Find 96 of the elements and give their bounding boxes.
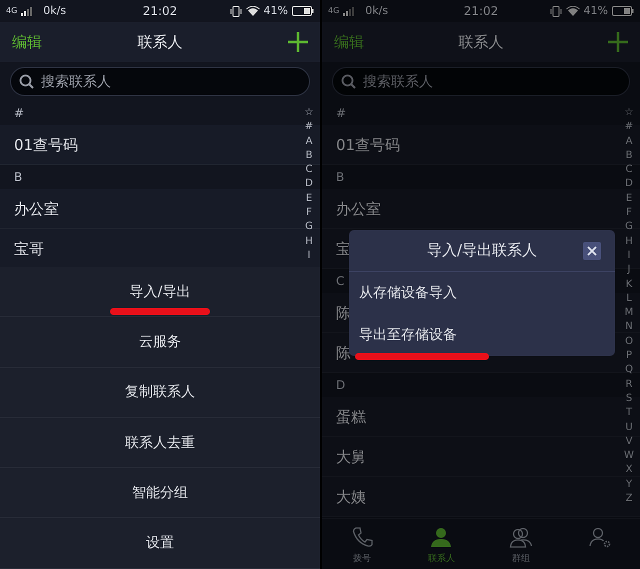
- index-letter[interactable]: U: [620, 420, 638, 435]
- index-letter[interactable]: ☆: [300, 106, 318, 120]
- section-header: #: [14, 105, 24, 122]
- index-letter[interactable]: A: [620, 134, 638, 149]
- battery-label: 41%: [264, 2, 288, 19]
- dialog-title: 导入/导出联系人: [426, 240, 538, 262]
- index-letter[interactable]: Q: [620, 363, 638, 378]
- index-letter[interactable]: A: [300, 134, 318, 149]
- contact-name[interactable]: 宝哥: [14, 229, 44, 269]
- section-header: B: [14, 169, 22, 186]
- index-letter[interactable]: W: [620, 449, 638, 464]
- add-icon: [608, 32, 628, 52]
- section-header: B: [336, 169, 344, 186]
- edit-button[interactable]: 编辑: [12, 30, 42, 54]
- edit-button[interactable]: 编辑: [334, 30, 364, 54]
- speed-label: 0k/s: [365, 2, 388, 19]
- contact-name[interactable]: 办公室: [336, 189, 381, 229]
- index-letter[interactable]: C: [620, 163, 638, 178]
- add-icon: [288, 32, 308, 52]
- index-letter[interactable]: F: [300, 206, 318, 220]
- search-field[interactable]: 搜索联系人: [10, 67, 310, 96]
- index-letter[interactable]: N: [620, 320, 638, 335]
- section-header: #: [336, 105, 346, 122]
- index-letter[interactable]: I: [300, 248, 318, 264]
- network-label: 4G: [6, 5, 18, 17]
- index-letter[interactable]: L: [620, 292, 638, 306]
- search-field[interactable]: 搜索联系人: [332, 67, 630, 96]
- index-letter[interactable]: D: [620, 177, 638, 192]
- contact-name[interactable]: 办公室: [14, 189, 59, 229]
- menu-item[interactable]: 设置: [142, 531, 178, 556]
- battery-icon: [612, 6, 634, 16]
- wifi-icon: [246, 6, 260, 16]
- index-letter[interactable]: H: [300, 234, 318, 249]
- speed-label: 0k/s: [43, 2, 66, 19]
- contact-name[interactable]: 01查号码: [336, 125, 400, 165]
- dialog-option[interactable]: 导出至存储设备: [355, 323, 461, 348]
- network-label: 4G: [328, 5, 340, 17]
- section-header: C: [336, 273, 344, 290]
- tab-button[interactable]: 拨号: [326, 523, 397, 568]
- index-letter[interactable]: B: [620, 148, 638, 164]
- index-letter[interactable]: #: [300, 120, 318, 135]
- index-letter[interactable]: E: [300, 192, 318, 206]
- menu-item[interactable]: 复制联系人: [121, 380, 199, 406]
- index-letter[interactable]: V: [620, 434, 638, 450]
- battery-label: 41%: [584, 2, 608, 19]
- index-letter[interactable]: #: [620, 120, 638, 135]
- screen-title: 联系人: [138, 32, 182, 53]
- index-letter[interactable]: P: [620, 349, 638, 364]
- close-button[interactable]: [583, 242, 601, 260]
- person-gear-icon: [588, 525, 612, 549]
- index-letter[interactable]: G: [620, 220, 638, 235]
- tab-button[interactable]: 联系人: [406, 523, 476, 568]
- index-letter[interactable]: Y: [620, 478, 638, 492]
- menu-item[interactable]: 云服务: [135, 330, 185, 355]
- contact-name[interactable]: 大姨: [336, 477, 366, 517]
- menu-item[interactable]: 导入/导出: [126, 280, 194, 305]
- contact-name[interactable]: 蛋糕: [336, 397, 366, 437]
- section-header: D: [336, 377, 346, 394]
- vibrate-icon: [230, 6, 242, 16]
- index-letter[interactable]: E: [620, 192, 638, 206]
- menu-item[interactable]: 联系人去重: [121, 430, 199, 456]
- index-letter[interactable]: C: [300, 163, 318, 178]
- tab-button[interactable]: 群组: [486, 523, 556, 568]
- index-letter[interactable]: J: [620, 263, 638, 278]
- wifi-icon: [566, 6, 580, 16]
- index-letter[interactable]: F: [620, 206, 638, 220]
- time-label: 21:02: [464, 4, 498, 18]
- index-letter[interactable]: S: [620, 392, 638, 406]
- group-icon: [508, 525, 533, 549]
- index-letter[interactable]: O: [620, 334, 638, 350]
- contact-name[interactable]: 01查号码: [14, 125, 78, 165]
- vibrate-icon: [550, 6, 562, 16]
- index-letter[interactable]: ☆: [620, 106, 638, 120]
- menu-item[interactable]: 智能分组: [128, 480, 192, 506]
- person-icon: [429, 525, 454, 549]
- index-letter[interactable]: I: [620, 248, 638, 264]
- index-letter[interactable]: B: [300, 148, 318, 164]
- index-letter[interactable]: H: [620, 234, 638, 249]
- dialog-option[interactable]: 从存储设备导入: [355, 281, 461, 306]
- battery-icon: [292, 6, 314, 16]
- search-icon: [341, 74, 356, 89]
- index-letter[interactable]: D: [300, 177, 318, 192]
- time-label: 21:02: [142, 4, 178, 18]
- add-button[interactable]: [288, 32, 308, 52]
- contact-name[interactable]: 陈: [336, 333, 351, 373]
- index-letter[interactable]: T: [620, 406, 638, 421]
- add-button[interactable]: [608, 32, 628, 52]
- search-icon: [19, 74, 34, 89]
- index-letter[interactable]: M: [620, 306, 638, 320]
- index-letter[interactable]: X: [620, 463, 638, 478]
- contact-name[interactable]: 大舅: [336, 437, 366, 477]
- index-letter[interactable]: K: [620, 278, 638, 292]
- index-letter[interactable]: Z: [620, 492, 638, 506]
- index-letter[interactable]: R: [620, 378, 638, 392]
- screen-title: 联系人: [458, 32, 504, 53]
- index-letter[interactable]: G: [300, 220, 318, 235]
